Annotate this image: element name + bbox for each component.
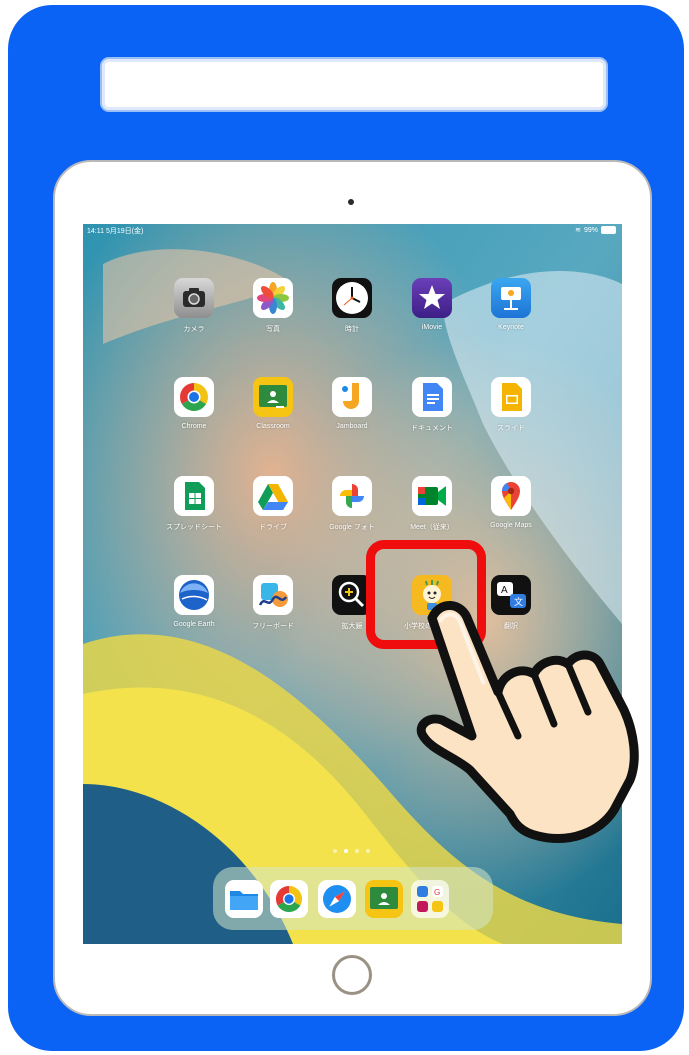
jamboard-icon [332,377,372,417]
safari-icon[interactable] [318,880,356,918]
dock: G [213,867,493,930]
page-dot [333,849,337,853]
title-bar [100,57,608,112]
page-dot [355,849,359,853]
page-dot-active [344,849,348,853]
app-classroom[interactable]: Classroom [235,377,311,430]
photos-icon [253,278,293,318]
meet-icon [412,476,452,516]
svg-text:G: G [434,888,440,897]
home-button[interactable] [332,955,372,995]
classroom-icon [253,377,293,417]
imovie-icon [412,278,452,318]
status-time: 14:11 5月19日(金) [87,228,144,235]
app-drive[interactable]: ドライブ [235,476,311,532]
maps-icon [491,476,531,516]
app-keynote[interactable]: Keynote [473,278,549,331]
front-camera-icon [348,199,354,205]
app-slides[interactable]: スライド [473,377,549,433]
docs-icon [412,377,452,417]
camera-icon [174,278,214,318]
chrome-icon[interactable] [270,880,308,918]
page-indicator[interactable] [333,849,370,853]
app-maps[interactable]: Google Maps [473,476,549,529]
files-icon[interactable] [225,880,263,918]
wifi-icon: ≋ [575,227,581,234]
app-google-earth[interactable]: Google Earth [156,575,232,628]
app-docs[interactable]: ドキュメント [394,377,470,433]
pointing-hand-icon [416,601,639,843]
freeform-icon [253,575,293,615]
battery-icon [601,226,616,234]
drive-icon [253,476,293,516]
chrome-icon [174,377,214,417]
app-imovie[interactable]: iMovie [394,278,470,331]
app-meet[interactable]: Meet（従来） [394,476,470,532]
sheets-icon [174,476,214,516]
classroom-icon[interactable] [365,880,403,918]
app-camera[interactable]: カメラ [156,278,232,334]
app-sheets[interactable]: スプレッドシート [156,476,232,532]
app-clock[interactable]: 時計 [314,278,390,334]
slides-icon [491,377,531,417]
clock-icon [332,278,372,318]
app-library-icon[interactable]: G [411,880,449,918]
google-photos-icon [332,476,372,516]
earth-icon [174,575,214,615]
battery-percent: 99% [583,226,598,234]
page-dot [366,849,370,853]
app-chrome[interactable]: Chrome [156,377,232,430]
status-indicators: ≋ 99% [575,226,616,234]
app-photos[interactable]: 写真 [235,278,311,334]
keynote-icon [491,278,531,318]
app-google-photos[interactable]: Google フォト [314,476,390,532]
app-jamboard[interactable]: Jamboard [314,377,390,430]
app-freeform[interactable]: フリーボード [235,575,311,631]
svg-text:A: A [501,585,508,596]
